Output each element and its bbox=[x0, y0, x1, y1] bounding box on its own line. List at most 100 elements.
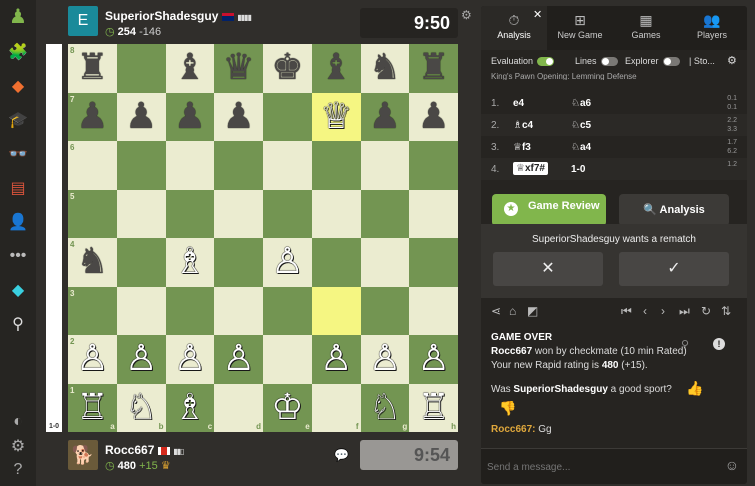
white-move[interactable]: ♕xf7# bbox=[513, 162, 548, 175]
black-move[interactable]: ♘c5 bbox=[571, 120, 591, 131]
black-piece-d7[interactable]: ♟ bbox=[214, 93, 263, 142]
black-piece-a7[interactable]: ♟ bbox=[68, 93, 117, 142]
square-f5[interactable] bbox=[311, 189, 361, 238]
board-icon[interactable]: ◩ bbox=[527, 304, 538, 318]
black-piece-a4[interactable]: ♞ bbox=[68, 238, 117, 287]
black-move[interactable]: ♘a6 bbox=[571, 98, 591, 109]
white-piece-f7[interactable]: ♕ bbox=[312, 93, 361, 142]
white-move[interactable]: e4 bbox=[513, 98, 524, 109]
learn-icon[interactable]: 🎓 bbox=[6, 108, 30, 132]
first-move-icon[interactable]: ⏮ bbox=[621, 304, 632, 319]
white-piece-e1[interactable]: ♔ bbox=[263, 384, 312, 433]
bottom-player-name[interactable]: Rocc667 ▮▮▯ bbox=[105, 443, 185, 457]
next-move-icon[interactable]: › bbox=[661, 304, 665, 318]
white-piece-d2[interactable]: ♙ bbox=[214, 335, 263, 384]
puzzle-icon[interactable]: 🧩 bbox=[6, 40, 30, 64]
board-settings-icon[interactable]: ⚙ bbox=[461, 8, 472, 22]
black-piece-h7[interactable]: ♟ bbox=[409, 93, 458, 142]
analysis-button[interactable]: 🔍 Analysis bbox=[619, 194, 729, 226]
settings-icon[interactable]: ⚙ bbox=[6, 434, 30, 458]
close-icon[interactable]: ✕ bbox=[533, 8, 542, 21]
white-piece-f2[interactable]: ♙ bbox=[312, 335, 361, 384]
square-c6[interactable] bbox=[165, 141, 215, 190]
white-piece-g1[interactable]: ♘ bbox=[361, 384, 410, 433]
square-e2[interactable] bbox=[263, 335, 312, 384]
chess-logo-icon[interactable]: ♟ bbox=[6, 4, 30, 28]
black-piece-b7[interactable]: ♟ bbox=[117, 93, 166, 142]
more-icon[interactable]: ••• bbox=[6, 244, 30, 268]
white-piece-c1[interactable]: ♗ bbox=[166, 384, 215, 433]
message-input[interactable] bbox=[487, 457, 707, 477]
accept-rematch-button[interactable]: ✓ bbox=[619, 252, 729, 286]
square-b6[interactable] bbox=[116, 141, 166, 190]
news-icon[interactable]: ▤ bbox=[6, 176, 30, 200]
game-review-button[interactable]: ★ Game Review bbox=[492, 194, 606, 226]
social-icon[interactable]: 👤 bbox=[6, 210, 30, 234]
avatar[interactable]: E bbox=[68, 6, 98, 36]
theme-icon[interactable]: ◐ bbox=[6, 410, 30, 434]
tab-new-game[interactable]: ⊞ New Game bbox=[547, 6, 613, 50]
square-d1[interactable]: d bbox=[214, 383, 263, 432]
black-piece-h8[interactable]: ♜ bbox=[409, 44, 458, 93]
square-h4[interactable] bbox=[409, 238, 458, 287]
black-piece-d8[interactable]: ♛ bbox=[214, 44, 263, 93]
chess-board[interactable]: 8 7 6 5 4 3 2 1 a b c d e f g h ♜ ♝ ♛ ♚ ♝ ♞ ♜ ♟ ♟ ♟ ♟ ♕ ♟ ♟ ♞ ♗ ♙ ♙ ♙ ♙ ♙ ♙ ♙ ♙… bbox=[68, 44, 458, 432]
black-piece-a8[interactable]: ♜ bbox=[68, 44, 117, 93]
white-piece-e4[interactable]: ♙ bbox=[263, 238, 312, 287]
white-piece-a2[interactable]: ♙ bbox=[68, 335, 117, 384]
library-icon[interactable]: ⌂ bbox=[509, 304, 516, 318]
square-e7[interactable] bbox=[263, 92, 312, 141]
square-f6[interactable] bbox=[311, 141, 361, 190]
square-g4[interactable] bbox=[360, 238, 410, 287]
square-a3[interactable]: 3 bbox=[68, 286, 117, 335]
white-piece-h2[interactable]: ♙ bbox=[409, 335, 458, 384]
square-b4[interactable] bbox=[116, 238, 166, 287]
decline-rematch-button[interactable]: ✕ bbox=[493, 252, 603, 286]
black-piece-c7[interactable]: ♟ bbox=[166, 93, 215, 142]
prev-move-icon[interactable]: ‹ bbox=[643, 304, 647, 318]
square-d5[interactable] bbox=[214, 189, 263, 238]
white-piece-c4[interactable]: ♗ bbox=[166, 238, 215, 287]
square-g5[interactable] bbox=[360, 189, 410, 238]
square-g3[interactable] bbox=[360, 286, 410, 335]
black-piece-g8[interactable]: ♞ bbox=[361, 44, 410, 93]
white-piece-b2[interactable]: ♙ bbox=[117, 335, 166, 384]
gear-icon[interactable]: ⚙ bbox=[727, 54, 737, 67]
square-d4[interactable] bbox=[214, 238, 263, 287]
square-b3[interactable] bbox=[116, 286, 166, 335]
black-move[interactable]: 1-0 bbox=[571, 164, 585, 175]
info-icon[interactable]: ! bbox=[713, 338, 725, 350]
black-piece-f8[interactable]: ♝ bbox=[312, 44, 361, 93]
stockfish-label[interactable]: | Sto... bbox=[689, 56, 715, 66]
square-c3[interactable] bbox=[165, 286, 215, 335]
white-piece-a1[interactable]: ♖ bbox=[68, 384, 117, 433]
flip-board-icon[interactable]: ⇅ bbox=[721, 304, 731, 318]
black-piece-e8[interactable]: ♚ bbox=[263, 44, 312, 93]
lines-toggle[interactable]: Lines bbox=[575, 56, 618, 67]
square-f4[interactable] bbox=[311, 238, 361, 287]
square-f1[interactable]: f bbox=[311, 383, 361, 432]
tab-players[interactable]: 👥 Players bbox=[679, 6, 745, 50]
square-d3[interactable] bbox=[214, 286, 263, 335]
square-h5[interactable] bbox=[409, 189, 458, 238]
square-h3[interactable] bbox=[409, 286, 458, 335]
black-piece-g7[interactable]: ♟ bbox=[361, 93, 410, 142]
watch-icon[interactable]: 👓 bbox=[6, 142, 30, 166]
black-piece-c8[interactable]: ♝ bbox=[166, 44, 215, 93]
help-icon[interactable]: ? bbox=[6, 458, 30, 482]
last-move-icon[interactable]: ⏭ bbox=[679, 304, 690, 319]
white-piece-h1[interactable]: ♖ bbox=[409, 384, 458, 433]
chat-bubble-icon[interactable]: 💬 bbox=[334, 448, 349, 462]
square-e6[interactable] bbox=[263, 141, 312, 190]
diamond-icon[interactable]: ◆ bbox=[6, 278, 30, 302]
white-piece-g2[interactable]: ♙ bbox=[361, 335, 410, 384]
square-c5[interactable] bbox=[165, 189, 215, 238]
black-move[interactable]: ♘a4 bbox=[571, 142, 591, 153]
square-h6[interactable] bbox=[409, 141, 458, 190]
square-a5[interactable]: 5 bbox=[68, 189, 117, 238]
white-piece-b1[interactable]: ♘ bbox=[117, 384, 166, 433]
square-b8[interactable] bbox=[116, 44, 166, 93]
white-piece-c2[interactable]: ♙ bbox=[166, 335, 215, 384]
white-move[interactable]: ♕f3 bbox=[513, 142, 531, 153]
refresh-icon[interactable]: ↻ bbox=[701, 304, 711, 318]
